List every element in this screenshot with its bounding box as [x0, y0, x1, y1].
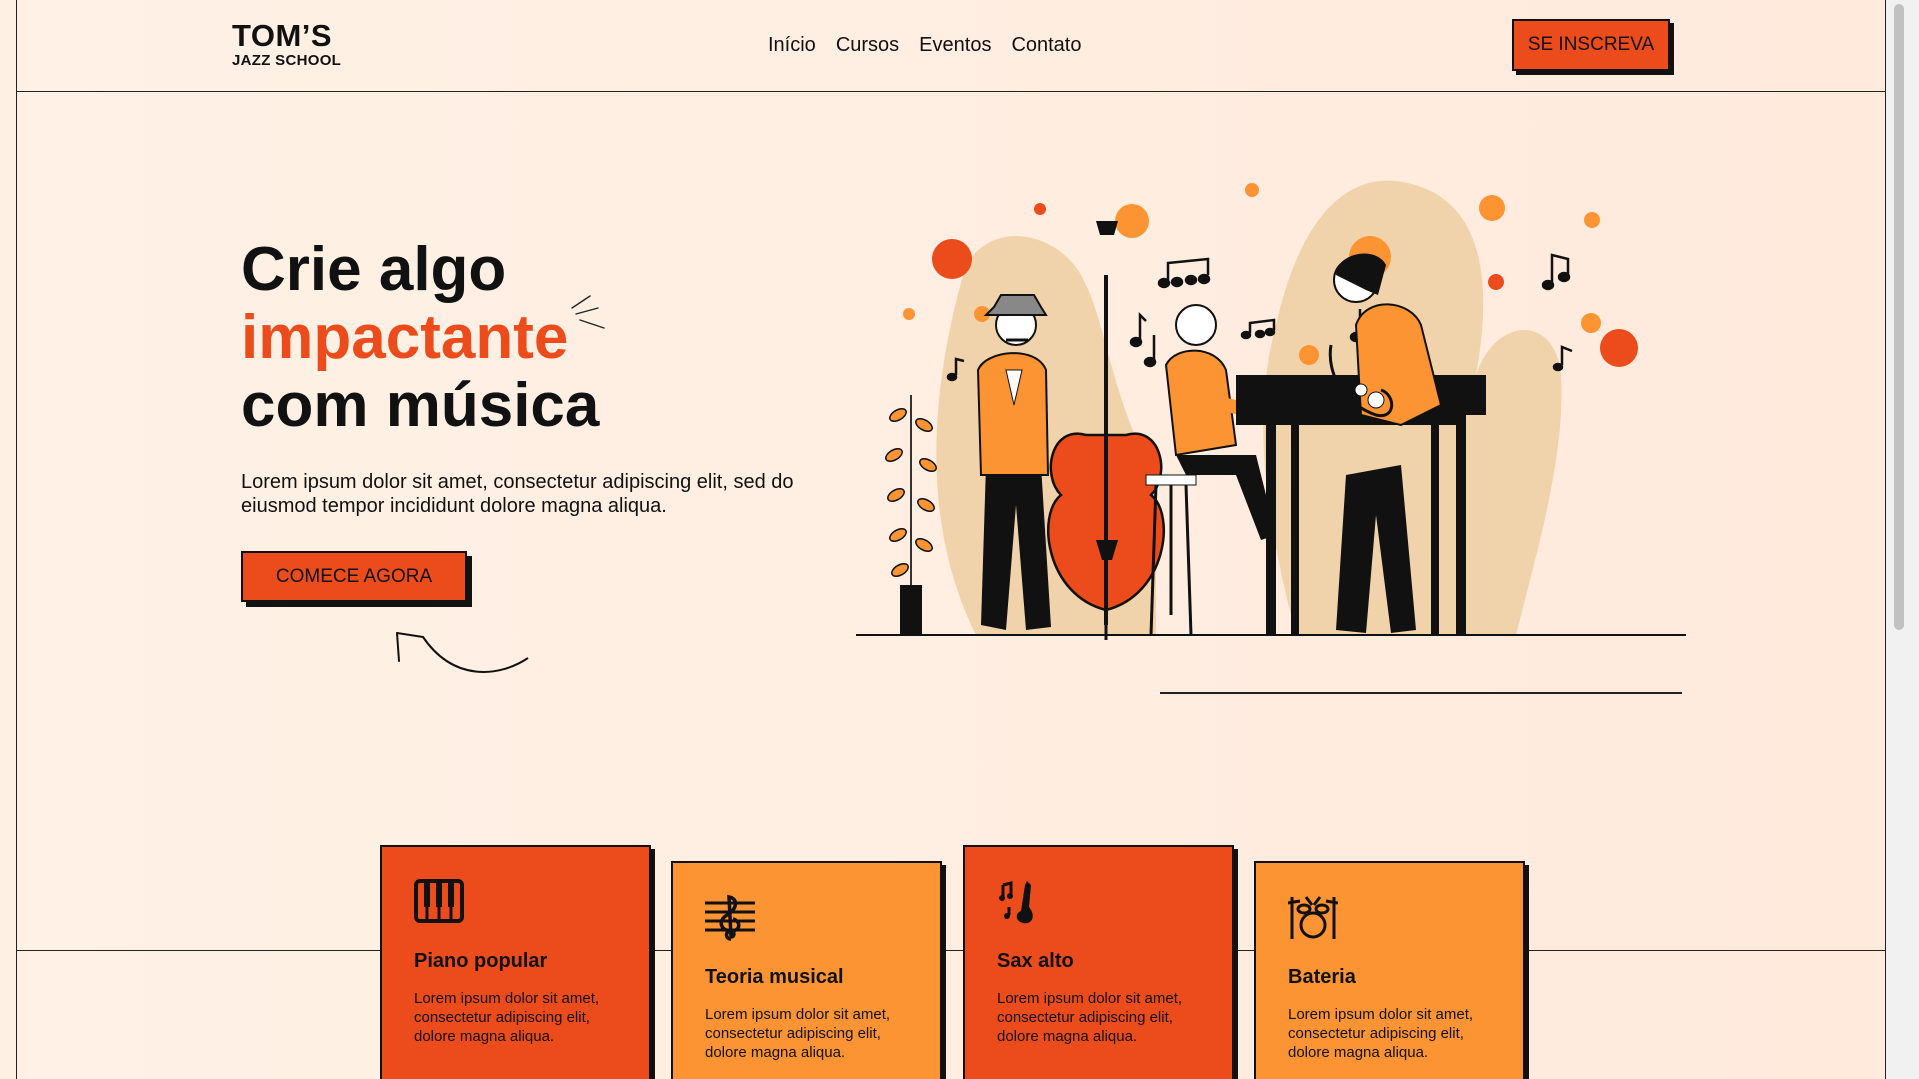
- course-title: Sax alto: [997, 950, 1074, 972]
- nav-link-cursos[interactable]: Cursos: [836, 34, 899, 57]
- curved-arrow-icon: [396, 632, 529, 673]
- start-now-button[interactable]: COMECE AGORA: [241, 551, 467, 602]
- piano-icon: [414, 879, 464, 923]
- course-description: Lorem ipsum dolor sit amet, consectetur …: [705, 1006, 891, 1061]
- signup-button[interactable]: SE INSCREVA: [1512, 19, 1670, 71]
- divider-line: [1160, 692, 1682, 694]
- nav-link-inicio[interactable]: Início: [768, 34, 816, 57]
- drums-icon: [1287, 896, 1339, 939]
- course-card-theory[interactable]: Teoria musical Lorem ipsum dolor sit ame…: [671, 861, 942, 1079]
- hero-title: Crie algo impactante com música: [241, 236, 599, 440]
- course-title: Piano popular: [414, 950, 548, 972]
- sparkle-lines-icon: [571, 295, 605, 329]
- course-description: Lorem ipsum dolor sit amet, consectetur …: [997, 990, 1183, 1045]
- hero-subtitle: Lorem ipsum dolor sit amet, consectetur …: [241, 471, 794, 517]
- logo-subtitle: JAZZ SCHOOL: [232, 52, 342, 69]
- hero-title-line3: com música: [241, 371, 600, 440]
- treble-clef-icon: [705, 894, 755, 941]
- course-description: Lorem ipsum dolor sit amet, consectetur …: [1288, 1006, 1474, 1061]
- course-description: Lorem ipsum dolor sit amet, consectetur …: [414, 990, 600, 1045]
- logo[interactable]: TOM’S JAZZ SCHOOL: [232, 20, 341, 68]
- saxophone-icon: [999, 881, 1033, 924]
- site-header: TOM’S JAZZ SCHOOL Início Cursos Eventos …: [17, 0, 1885, 92]
- nav-link-eventos[interactable]: Eventos: [919, 34, 991, 57]
- nav-link-contato[interactable]: Contato: [1011, 34, 1081, 57]
- course-card-sax[interactable]: Sax alto Lorem ipsum dolor sit amet, con…: [963, 845, 1234, 1079]
- vertical-scrollbar[interactable]: [1886, 0, 1919, 1079]
- course-title: Bateria: [1288, 966, 1356, 988]
- main-nav: Início Cursos Eventos Contato: [768, 34, 1082, 57]
- course-card-piano[interactable]: Piano popular Lorem ipsum dolor sit amet…: [380, 845, 651, 1079]
- section-divider: [17, 950, 1885, 951]
- jazz-band-illustration: [856, 180, 1686, 640]
- hero-title-accent: impactante: [241, 303, 569, 372]
- course-title: Teoria musical: [705, 966, 844, 988]
- scrollbar-thumb[interactable]: [1894, 4, 1904, 630]
- logo-title: TOM’S: [232, 18, 333, 53]
- hero-title-line1: Crie algo: [241, 235, 507, 304]
- course-card-drums[interactable]: Bateria Lorem ipsum dolor sit amet, cons…: [1254, 861, 1525, 1079]
